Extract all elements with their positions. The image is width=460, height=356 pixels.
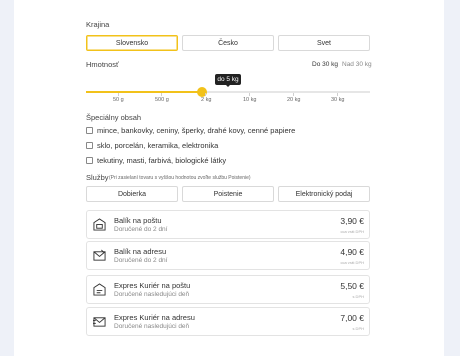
services-label: Služby xyxy=(86,173,109,182)
special-item-fragile[interactable]: sklo, porcelán, keramika, elektronika xyxy=(86,141,218,150)
shipping-option-express-post[interactable]: Expres Kuriér na poštu Doručené nasleduj… xyxy=(86,275,370,304)
tick-mark xyxy=(249,93,250,96)
parcel-address-icon xyxy=(93,249,106,261)
shipping-option-parcel-address[interactable]: Balík na adresu Doručené do 2 dní 4,90 €… xyxy=(86,241,370,270)
services-note: (Pri zasielaní tovaru s vyššou hodnotou … xyxy=(109,175,251,181)
checkbox[interactable] xyxy=(86,127,93,134)
tick-label-2kg: 2 kg xyxy=(201,97,212,103)
shipping-subtitle: Doručené nasledujúci deň xyxy=(114,291,190,298)
shipping-price: 4,90 € xyxy=(340,247,364,257)
weight-label: Hmotnosť xyxy=(86,60,119,69)
weight-range-under-30[interactable]: Do 30 kg xyxy=(312,61,338,68)
tick-mark xyxy=(161,93,162,96)
shipping-price-note: cca vrát DPH xyxy=(340,229,364,234)
shipping-option-express-address[interactable]: Expres Kuriér na adresu Doručené nasledu… xyxy=(86,307,370,336)
shipping-title: Balík na adresu xyxy=(114,247,167,256)
shipping-title: Expres Kuriér na adresu xyxy=(114,313,195,322)
checkbox[interactable] xyxy=(86,157,93,164)
shipping-option-parcel-post[interactable]: Balík na poštu Doručené do 2 dní 3,90 € … xyxy=(86,210,370,239)
tooltip-arrow xyxy=(225,84,231,87)
tick-mark xyxy=(293,93,294,96)
slider-fill xyxy=(86,91,203,93)
shipping-subtitle: Doručené nasledujúci deň xyxy=(114,323,190,330)
special-item-liquids[interactable]: tekutiny, masti, farbivá, biologické lát… xyxy=(86,156,226,165)
tick-label-500g: 500 g xyxy=(155,97,169,103)
special-item-valuables[interactable]: mince, bankovky, ceniny, šperky, drahé k… xyxy=(86,126,295,135)
tick-mark xyxy=(205,93,206,96)
shipping-title: Expres Kuriér na poštu xyxy=(114,281,191,290)
shipping-title: Balík na poštu xyxy=(114,216,162,225)
shipping-price-note: cca vrát DPH xyxy=(340,260,364,265)
shipping-price-note: s DPH xyxy=(352,294,364,299)
tick-label-20kg: 20 kg xyxy=(287,97,301,103)
express-address-icon xyxy=(93,317,106,327)
weight-range-over-30[interactable]: Nad 30 kg xyxy=(342,61,372,68)
shipping-subtitle: Doručené do 2 dní xyxy=(114,257,168,264)
express-post-icon xyxy=(93,283,106,296)
tick-mark xyxy=(118,93,119,96)
tick-label-50g: 50 g xyxy=(113,97,124,103)
tick-label-30kg: 30 kg xyxy=(331,97,345,103)
special-item-label: tekutiny, masti, farbivá, biologické lát… xyxy=(97,156,227,165)
shipping-price-note: s DPH xyxy=(352,326,364,331)
service-insurance-button[interactable]: Poistenie xyxy=(182,186,274,202)
service-electronic-submission-button[interactable]: Elektronický podaj xyxy=(278,186,370,202)
country-option-cesko[interactable]: Česko xyxy=(182,35,274,51)
parcel-post-icon xyxy=(93,218,106,231)
shipping-price: 5,50 € xyxy=(340,281,364,291)
country-label: Krajina xyxy=(86,20,110,29)
special-item-label: mince, bankovky, ceniny, šperky, drahé k… xyxy=(97,126,296,135)
service-cod-button[interactable]: Dobierka xyxy=(86,186,178,202)
country-option-slovensko[interactable]: Slovensko xyxy=(86,35,178,51)
shipping-subtitle: Doručené do 2 dní xyxy=(114,226,168,233)
checkbox[interactable] xyxy=(86,142,93,149)
special-content-label: Špeciálny obsah xyxy=(86,113,142,122)
country-option-svet[interactable]: Svet xyxy=(278,35,370,51)
shipping-price: 7,00 € xyxy=(340,313,364,323)
shipping-price: 3,90 € xyxy=(340,216,364,226)
tick-mark xyxy=(337,93,338,96)
special-item-label: sklo, porcelán, keramika, elektronika xyxy=(97,141,219,150)
tick-label-10kg: 10 kg xyxy=(243,97,257,103)
